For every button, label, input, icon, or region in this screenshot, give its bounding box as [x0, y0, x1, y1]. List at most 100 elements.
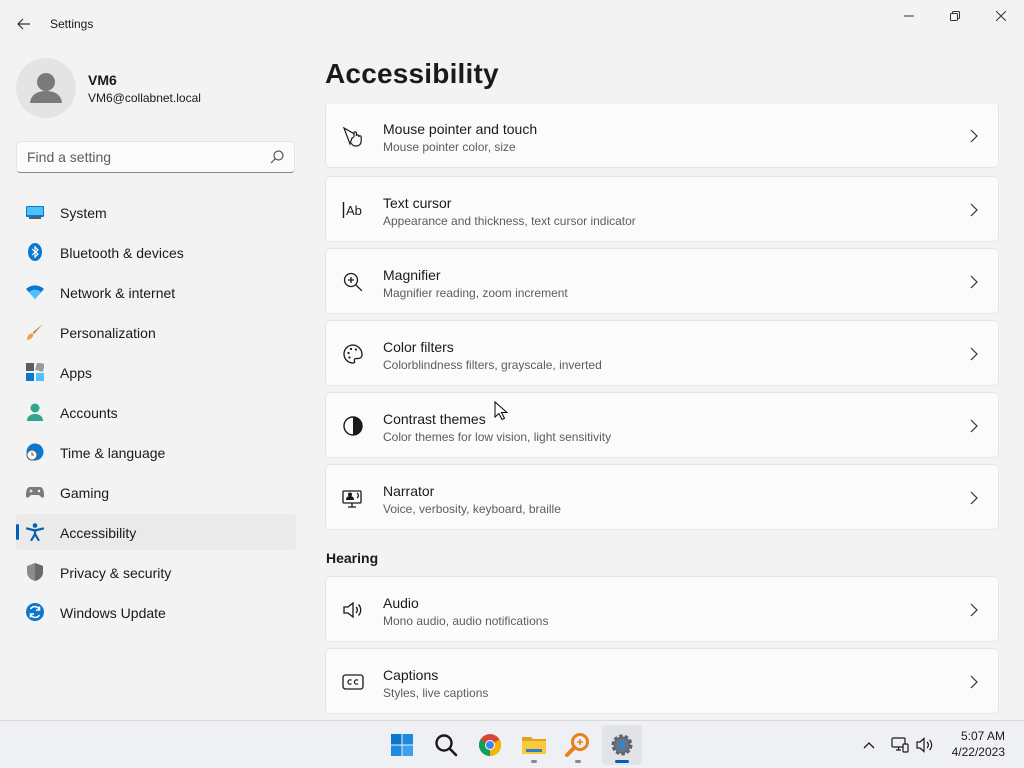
back-arrow-icon	[17, 18, 30, 30]
apps-icon	[26, 363, 44, 381]
card-title: Audio	[383, 595, 419, 611]
network-icon	[891, 737, 909, 753]
card-color-filters[interactable]: Color filters Colorblindness filters, gr…	[325, 320, 999, 386]
sidebar-item-label: Accessibility	[60, 525, 137, 541]
restore-button[interactable]	[932, 0, 978, 32]
back-button[interactable]	[10, 10, 38, 38]
sidebar-item-network[interactable]: Network & internet	[16, 274, 296, 310]
sidebar-item-accessibility[interactable]: Accessibility	[16, 514, 296, 550]
restore-icon	[950, 11, 960, 21]
chevron-right-icon	[970, 275, 978, 289]
card-contrast-themes[interactable]: Contrast themes Color themes for low vis…	[325, 392, 999, 458]
chevron-right-icon	[970, 129, 978, 143]
card-title: Magnifier	[383, 267, 441, 283]
sidebar-item-privacy[interactable]: Privacy & security	[16, 554, 296, 590]
section-heading-hearing: Hearing	[326, 550, 379, 566]
card-title: Color filters	[383, 339, 454, 355]
card-narrator[interactable]: Narrator Voice, verbosity, keyboard, bra…	[325, 464, 999, 530]
taskbar	[0, 720, 1024, 768]
card-text-cursor[interactable]: Ab Text cursor Appearance and thickness,…	[325, 176, 999, 242]
accessibility-icon	[26, 523, 44, 541]
card-subtitle: Colorblindness filters, grayscale, inver…	[383, 358, 602, 372]
sidebar-item-label: Gaming	[60, 485, 110, 501]
card-title: Captions	[383, 667, 439, 683]
settings-icon	[611, 734, 633, 756]
file-explorer-icon	[522, 737, 546, 754]
magnifier-app-button[interactable]	[558, 725, 598, 765]
user-email: VM6@collabnet.local	[88, 91, 201, 105]
card-magnifier[interactable]: Magnifier Magnifier reading, zoom increm…	[325, 248, 999, 314]
sidebar-item-accounts[interactable]: Accounts	[16, 394, 296, 430]
search-input[interactable]	[27, 142, 267, 172]
globe-clock-icon	[26, 443, 44, 461]
chevron-up-icon	[863, 742, 875, 749]
narrator-icon	[342, 490, 362, 508]
brush-icon	[27, 324, 43, 340]
card-subtitle: Mono audio, audio notifications	[383, 614, 549, 628]
page-title: Accessibility	[325, 58, 499, 89]
search-box[interactable]	[16, 141, 295, 173]
chevron-right-icon	[970, 203, 978, 217]
sidebar-item-label: Personalization	[60, 325, 156, 341]
start-button[interactable]	[382, 725, 422, 765]
chevron-right-icon	[970, 419, 978, 433]
card-title: Text cursor	[383, 195, 452, 211]
wifi-icon	[26, 285, 44, 299]
card-captions[interactable]: Captions Styles, live captions	[325, 648, 999, 714]
search-icon	[435, 734, 458, 757]
card-mouse-pointer[interactable]: Mouse pointer and touch Mouse pointer co…	[325, 104, 999, 168]
volume-icon	[916, 737, 933, 753]
bluetooth-icon	[28, 243, 42, 261]
gamepad-icon	[26, 487, 44, 498]
chevron-right-icon	[970, 603, 978, 617]
sidebar-item-system[interactable]: System	[16, 194, 296, 230]
speaker-icon	[343, 601, 362, 619]
sidebar-item-time-language[interactable]: Time & language	[16, 434, 296, 470]
minimize-button[interactable]	[886, 0, 932, 32]
palette-icon	[343, 344, 363, 364]
volume-button[interactable]	[915, 735, 935, 755]
taskbar-search-button[interactable]	[426, 725, 466, 765]
clock-date[interactable]: 4/22/2023	[952, 745, 1005, 759]
avatar[interactable]	[16, 58, 76, 118]
card-title: Mouse pointer and touch	[383, 121, 538, 137]
sidebar-item-label: Windows Update	[60, 605, 166, 621]
sidebar-item-personalization[interactable]: Personalization	[16, 314, 296, 350]
chrome-button[interactable]	[470, 725, 510, 765]
close-icon	[996, 11, 1006, 21]
mouse-cursor-icon	[494, 401, 508, 421]
settings-list[interactable]: Mouse pointer and touch Mouse pointer co…	[325, 104, 999, 716]
settings-app-button[interactable]	[602, 725, 642, 765]
mouse-pointer-icon	[342, 126, 362, 147]
card-subtitle: Styles, live captions	[383, 686, 489, 700]
card-title: Narrator	[383, 483, 435, 499]
sidebar-item-label: Accounts	[60, 405, 118, 421]
minimize-icon	[904, 15, 914, 17]
network-status-button[interactable]	[890, 735, 910, 755]
shield-icon	[27, 563, 43, 581]
sidebar-item-label: System	[60, 205, 107, 221]
close-button[interactable]	[978, 0, 1024, 32]
sidebar-item-label: Privacy & security	[60, 565, 172, 581]
captions-icon	[342, 674, 364, 690]
file-explorer-button[interactable]	[514, 725, 554, 765]
chrome-icon	[479, 734, 501, 756]
running-indicator	[531, 760, 537, 763]
start-icon	[391, 734, 413, 756]
sidebar-item-label: Apps	[60, 365, 92, 381]
card-title: Contrast themes	[383, 411, 486, 427]
card-subtitle: Appearance and thickness, text cursor in…	[383, 214, 636, 228]
card-subtitle: Magnifier reading, zoom increment	[383, 286, 568, 300]
sidebar-item-windows-update[interactable]: Windows Update	[16, 594, 296, 630]
sidebar-item-bluetooth[interactable]: Bluetooth & devices	[16, 234, 296, 270]
contrast-icon	[343, 416, 363, 436]
chevron-right-icon	[970, 347, 978, 361]
show-hidden-icons-button[interactable]	[859, 735, 879, 755]
title-bar: Settings	[0, 0, 1024, 48]
card-audio[interactable]: Audio Mono audio, audio notifications	[325, 576, 999, 642]
person-icon	[27, 403, 43, 421]
sidebar-item-gaming[interactable]: Gaming	[16, 474, 296, 510]
sidebar-nav: System Bluetooth & devices Network & int…	[16, 194, 296, 634]
clock-time[interactable]: 5:07 AM	[961, 729, 1005, 743]
sidebar-item-apps[interactable]: Apps	[16, 354, 296, 390]
